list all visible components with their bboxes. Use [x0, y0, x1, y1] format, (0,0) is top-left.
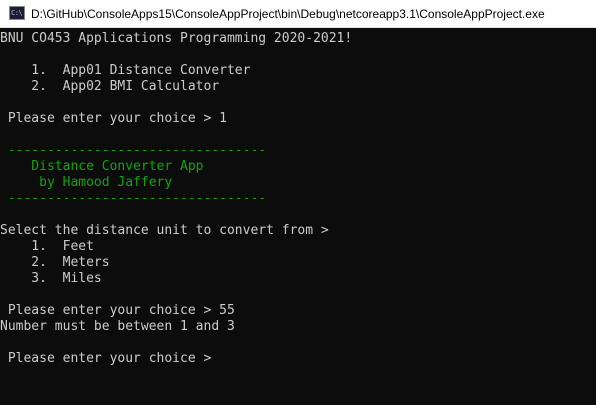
console-output[interactable]: BNU CO453 Applications Programming 2020-…: [0, 29, 596, 405]
banner-title: Distance Converter App: [0, 159, 204, 174]
unit-option-miles: 3. Miles: [0, 271, 102, 286]
console-window: C:\ D:\GitHub\ConsoleApps15\ConsoleAppPr…: [0, 0, 596, 405]
error-message: Number must be between 1 and 3: [0, 319, 235, 334]
banner-rule-top: ---------------------------------: [0, 143, 267, 158]
menu-item-bmi-calculator: 2. App02 BMI Calculator: [0, 79, 220, 94]
unit-option-meters: 2. Meters: [0, 255, 110, 270]
unit-prompt: Select the distance unit to convert from…: [0, 223, 329, 238]
banner-author: by Hamood Jaffery: [0, 175, 173, 190]
console-header: BNU CO453 Applications Programming 2020-…: [0, 31, 353, 46]
window-title: D:\GitHub\ConsoleApps15\ConsoleAppProjec…: [31, 7, 545, 21]
choice-prompt: Please enter your choice > 1: [0, 111, 227, 126]
choice-prompt: Please enter your choice > 55: [0, 303, 235, 318]
console-app-icon[interactable]: C:\: [9, 6, 25, 20]
title-bar[interactable]: C:\ D:\GitHub\ConsoleApps15\ConsoleAppPr…: [0, 0, 596, 28]
unit-option-feet: 1. Feet: [0, 239, 94, 254]
banner-rule-bottom: ---------------------------------: [0, 191, 267, 206]
console-icon-glyph: C:\: [11, 9, 23, 17]
choice-prompt-active[interactable]: Please enter your choice >: [0, 351, 212, 367]
menu-item-distance-converter: 1. App01 Distance Converter: [0, 63, 251, 78]
